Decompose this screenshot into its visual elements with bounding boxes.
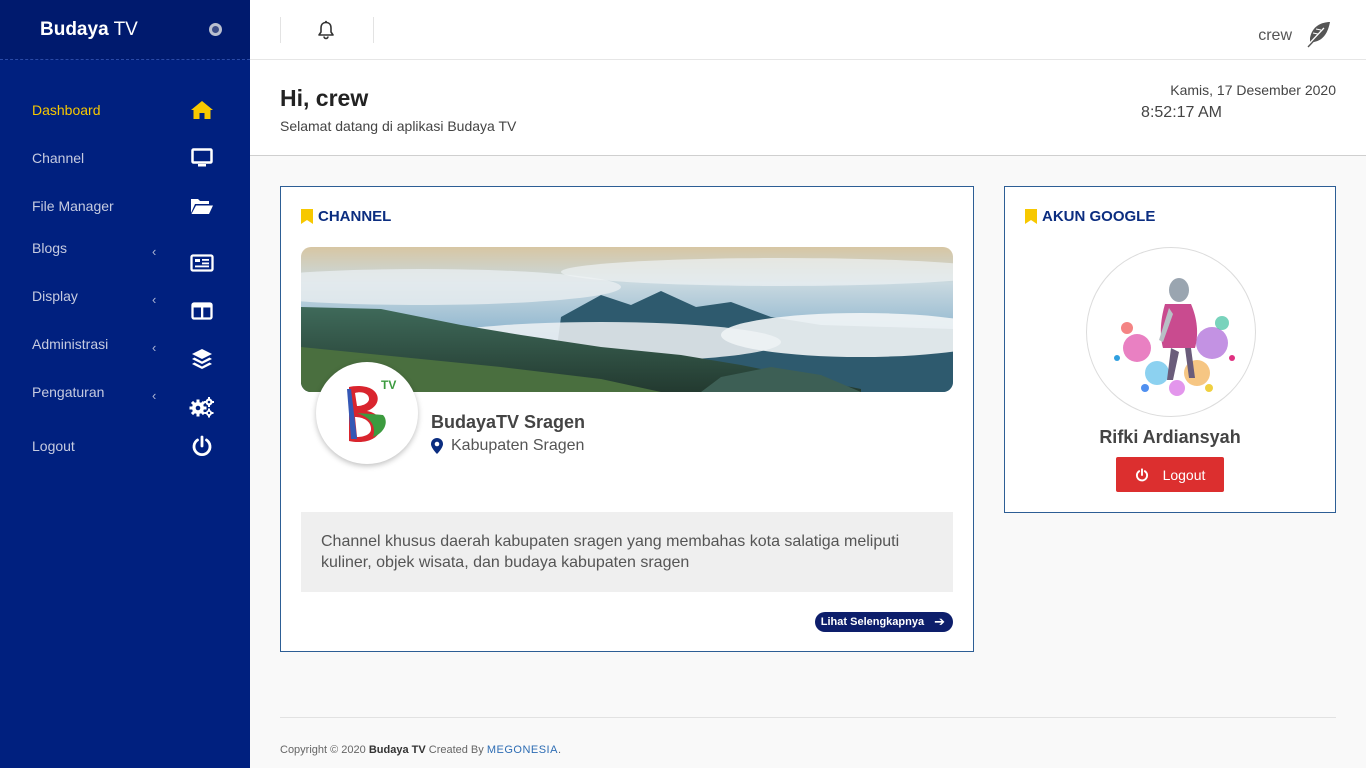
bookmark-icon <box>1025 209 1037 224</box>
logout-button[interactable]: Logout <box>1116 457 1224 492</box>
see-more-label: Lihat Selengkapnya <box>820 616 925 628</box>
sidebar-item-label: Pengaturan <box>32 384 105 400</box>
home-icon <box>189 97 215 123</box>
sidebar-item-channel[interactable]: Channel <box>0 142 250 174</box>
sidebar-item-administrasi[interactable]: Administrasi ‹ <box>0 328 250 369</box>
footer-copyright: Copyright © 2020 <box>280 744 369 756</box>
footer-brand: Budaya TV <box>368 744 426 756</box>
location-text: Kabupaten Sragen <box>451 437 585 454</box>
sidebar-item-logout[interactable]: Logout <box>0 430 250 462</box>
channel-name: BudayaTV Sragen <box>431 412 586 432</box>
see-more-button[interactable]: Lihat Selengkapnya ➔ <box>814 612 953 632</box>
chevron-left-icon: ‹ <box>152 340 157 355</box>
user-name[interactable]: crew <box>1258 27 1292 45</box>
map-pin-icon <box>431 438 443 454</box>
chevron-left-icon: ‹ <box>152 244 157 259</box>
channel-description: Channel khusus daerah kabupaten sragen y… <box>301 512 953 592</box>
newspaper-icon <box>189 250 215 276</box>
channel-banner-image <box>301 247 953 392</box>
channel-card-title: CHANNEL <box>301 208 391 225</box>
chevron-left-icon: ‹ <box>152 292 157 307</box>
sidebar-item-file-manager[interactable]: File Manager <box>0 190 250 222</box>
divider <box>373 17 374 43</box>
page-header: Hi, crew Selamat datang di aplikasi Buda… <box>250 60 1366 156</box>
page-subtitle: Selamat datang di aplikasi Budaya TV <box>280 118 517 134</box>
google-card-title: AKUN GOOGLE <box>1025 208 1155 225</box>
sidebar-item-label: Logout <box>32 438 75 454</box>
card-title-text: CHANNEL <box>318 208 392 225</box>
sidebar-item-display[interactable]: Display ‹ <box>0 280 250 320</box>
chevron-left-icon: ‹ <box>152 388 157 403</box>
card-title-text: AKUN GOOGLE <box>1042 208 1156 225</box>
sidebar-item-label: Display <box>32 288 78 304</box>
footer-suffix: . <box>557 744 562 756</box>
arrow-right-icon: ➔ <box>934 614 945 629</box>
sidebar-item-blogs[interactable]: Blogs ‹ <box>0 232 250 272</box>
logo-badge-text: TV <box>381 378 396 392</box>
power-icon <box>189 433 215 459</box>
avatar <box>1086 247 1256 417</box>
footer-created-by: Created By <box>425 744 487 756</box>
sidebar-toggle-icon[interactable] <box>209 23 222 36</box>
layers-icon <box>189 346 215 372</box>
folder-open-icon <box>189 193 215 219</box>
current-time: 8:52:17 AM <box>1141 104 1222 121</box>
bell-icon[interactable] <box>316 20 336 40</box>
sidebar-item-label: Channel <box>32 150 85 166</box>
sidebar-item-label: Administrasi <box>32 336 109 352</box>
sidebar-item-label: Blogs <box>32 240 68 256</box>
footer-company-link[interactable]: MEGONESIA <box>487 744 558 756</box>
google-account-name: Rifki Ardiansyah <box>1099 427 1241 447</box>
monitor-icon <box>189 145 215 171</box>
page-title: Hi, crew <box>280 85 369 111</box>
sidebar: Budaya TV Dashboard Channel File Manager… <box>0 0 250 768</box>
sidebar-item-label: Dashboard <box>32 102 101 118</box>
cogs-icon <box>189 394 215 420</box>
divider <box>280 17 281 43</box>
footer: Copyright © 2020 Budaya TV Created By ME… <box>280 744 561 756</box>
sidebar-item-dashboard[interactable]: Dashboard <box>0 94 250 126</box>
feather-icon[interactable] <box>1304 20 1332 48</box>
logout-label: Logout <box>1162 466 1206 483</box>
google-account-card: AKUN GOOGLE Rifki Ardiansyah Logout <box>1004 186 1336 513</box>
current-date: Kamis, 17 Desember 2020 <box>1170 82 1336 98</box>
power-icon <box>1135 467 1148 481</box>
top-bar: crew <box>250 0 1366 60</box>
channel-card: CHANNEL TV BudayaTV Sragen Kabupaten Sra… <box>280 186 974 652</box>
channel-location: Kabupaten Sragen <box>431 437 584 455</box>
brand-logo-text[interactable]: Budaya TV <box>40 19 138 41</box>
columns-icon <box>189 298 215 324</box>
channel-logo: TV <box>316 362 418 464</box>
brand-bar: Budaya TV <box>0 0 250 60</box>
sidebar-item-label: File Manager <box>32 198 114 214</box>
sidebar-item-pengaturan[interactable]: Pengaturan ‹ <box>0 376 250 418</box>
bookmark-icon <box>301 209 313 224</box>
footer-divider <box>280 717 1336 718</box>
